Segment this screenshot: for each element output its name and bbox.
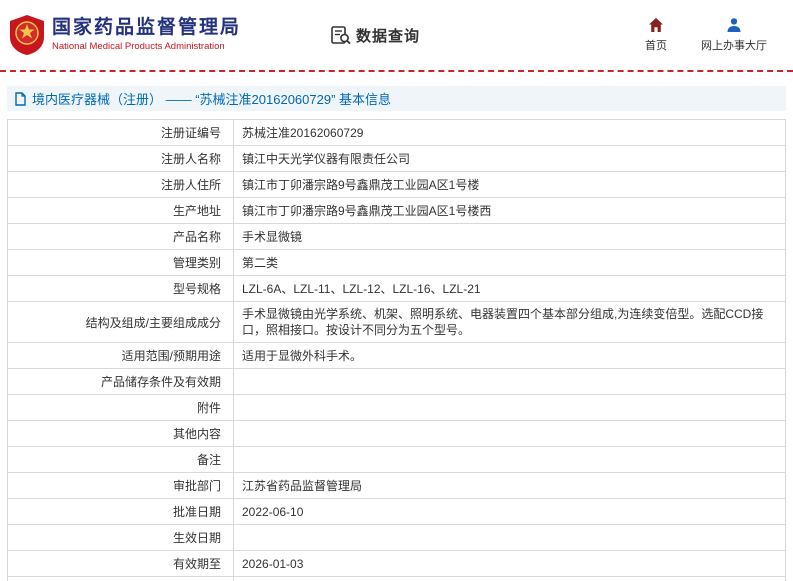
nav-service-hall[interactable]: 网上办事大厅: [701, 17, 767, 53]
person-icon: [726, 17, 742, 33]
top-nav: 首页 网上办事大厅: [645, 17, 767, 53]
row-value: 镇江市丁卯潘宗路9号鑫鼎茂工业园A区1号楼: [234, 172, 786, 198]
row-label: 管理类别: [8, 250, 234, 276]
row-value: 江苏省药品监督管理局: [234, 473, 786, 499]
table-row: 批准日期2022-06-10: [8, 499, 786, 525]
row-value: 适用于显微外科手术。: [234, 343, 786, 369]
table-row: 其他内容: [8, 421, 786, 447]
row-label: 备注: [8, 447, 234, 473]
table-row: 注册证编号苏械注准20162060729: [8, 120, 786, 146]
row-value: 第二类: [234, 250, 786, 276]
agency-logo-block[interactable]: 国家药品监督管理局 National Medical Products Admi…: [10, 15, 241, 55]
row-label: 审批部门: [8, 473, 234, 499]
row-value: 手术显微镜: [234, 224, 786, 250]
home-icon: [648, 17, 664, 33]
registration-info-table: 注册证编号苏械注准20162060729注册人名称镇江中天光学仪器有限责任公司注…: [7, 119, 786, 581]
table-row: 注册人名称镇江中天光学仪器有限责任公司: [8, 146, 786, 172]
row-label: 注册证编号: [8, 120, 234, 146]
row-value: 苏械注准20162060729: [234, 120, 786, 146]
agency-name-cn: 国家药品监督管理局: [52, 17, 241, 39]
table-row: 型号规格LZL-6A、LZL-11、LZL-12、LZL-16、LZL-21: [8, 276, 786, 302]
table-row: 结构及组成/主要组成成分手术显微镜由光学系统、机架、照明系统、电器装置四个基本部…: [8, 302, 786, 343]
row-label: 结构及组成/主要组成成分: [8, 302, 234, 343]
nav-service-hall-label: 网上办事大厅: [701, 37, 767, 53]
row-value: [234, 395, 786, 421]
table-row: 产品储存条件及有效期: [8, 369, 786, 395]
row-label: 变更情况: [8, 577, 234, 581]
data-query-tab[interactable]: 数据查询: [331, 25, 420, 46]
data-query-label: 数据查询: [356, 25, 420, 46]
table-row: 变更情况: [8, 577, 786, 581]
national-emblem-icon: [10, 15, 44, 55]
document-icon: [13, 92, 27, 106]
table-row: 审批部门江苏省药品监督管理局: [8, 473, 786, 499]
row-label: 生产地址: [8, 198, 234, 224]
row-label: 附件: [8, 395, 234, 421]
table-row: 适用范围/预期用途适用于显微外科手术。: [8, 343, 786, 369]
row-label: 注册人住所: [8, 172, 234, 198]
row-value: [234, 447, 786, 473]
table-row: 生产地址镇江市丁卯潘宗路9号鑫鼎茂工业园A区1号楼西: [8, 198, 786, 224]
row-value: 镇江中天光学仪器有限责任公司: [234, 146, 786, 172]
info-table-body: 注册证编号苏械注准20162060729注册人名称镇江中天光学仪器有限责任公司注…: [8, 120, 786, 581]
row-label: 生效日期: [8, 525, 234, 551]
row-label: 批准日期: [8, 499, 234, 525]
row-value: 2026-01-03: [234, 551, 786, 577]
header-divider: [0, 70, 793, 72]
row-value: LZL-6A、LZL-11、LZL-12、LZL-16、LZL-21: [234, 276, 786, 302]
row-value: [234, 369, 786, 395]
nav-home[interactable]: 首页: [645, 17, 667, 53]
table-row: 附件: [8, 395, 786, 421]
table-row: 生效日期: [8, 525, 786, 551]
row-label: 有效期至: [8, 551, 234, 577]
nav-home-label: 首页: [645, 37, 667, 53]
row-label: 其他内容: [8, 421, 234, 447]
row-label: 产品储存条件及有效期: [8, 369, 234, 395]
row-value: [234, 577, 786, 581]
row-value: 镇江市丁卯潘宗路9号鑫鼎茂工业园A区1号楼西: [234, 198, 786, 224]
row-value: 手术显微镜由光学系统、机架、照明系统、电器装置四个基本部分组成,为连续变倍型。选…: [234, 302, 786, 343]
table-row: 注册人住所镇江市丁卯潘宗路9号鑫鼎茂工业园A区1号楼: [8, 172, 786, 198]
page-title: 境内医疗器械（注册） —— “苏械注准20162060729” 基本信息: [32, 89, 391, 108]
row-label: 注册人名称: [8, 146, 234, 172]
row-label: 产品名称: [8, 224, 234, 250]
row-label: 型号规格: [8, 276, 234, 302]
table-row: 备注: [8, 447, 786, 473]
table-row: 产品名称手术显微镜: [8, 224, 786, 250]
row-value: [234, 421, 786, 447]
row-value: [234, 525, 786, 551]
row-value: 2022-06-10: [234, 499, 786, 525]
site-header: 国家药品监督管理局 National Medical Products Admi…: [0, 0, 793, 70]
agency-name-en: National Medical Products Administration: [52, 42, 241, 53]
table-row: 有效期至2026-01-03: [8, 551, 786, 577]
table-row: 管理类别第二类: [8, 250, 786, 276]
data-query-icon: [331, 25, 351, 45]
row-label: 适用范围/预期用途: [8, 343, 234, 369]
page-title-bar: 境内医疗器械（注册） —— “苏械注准20162060729” 基本信息: [7, 86, 786, 111]
